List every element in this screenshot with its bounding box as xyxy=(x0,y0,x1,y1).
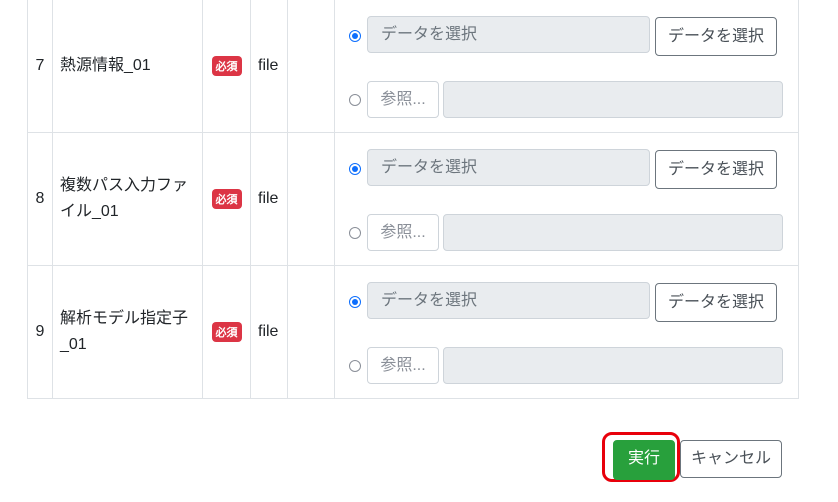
table-row: 9 解析モデル指定子_01 必須 file データを選択 データを選択 参照..… xyxy=(27,265,799,399)
row-number: 8 xyxy=(27,132,53,266)
file-path-input[interactable] xyxy=(443,81,783,118)
selected-data-field: データを選択 xyxy=(367,282,650,319)
param-type: file xyxy=(250,132,288,266)
required-badge: 必須 xyxy=(211,189,242,209)
file-path-input[interactable] xyxy=(443,347,783,384)
file-path-input[interactable] xyxy=(443,214,783,251)
row-number: 7 xyxy=(27,0,53,133)
browse-button[interactable]: 参照... xyxy=(367,214,439,251)
radio-select-data[interactable] xyxy=(349,30,361,42)
required-badge: 必須 xyxy=(211,322,242,342)
radio-browse[interactable] xyxy=(349,360,361,372)
selected-data-field: データを選択 xyxy=(367,149,650,186)
radio-browse[interactable] xyxy=(349,227,361,239)
param-type: file xyxy=(250,265,288,399)
select-data-button[interactable]: データを選択 xyxy=(655,150,777,189)
radio-select-data[interactable] xyxy=(349,163,361,175)
browse-button[interactable]: 参照... xyxy=(367,81,439,118)
radio-browse[interactable] xyxy=(349,94,361,106)
cancel-button[interactable]: キャンセル xyxy=(680,440,782,478)
row-number: 9 xyxy=(27,265,53,399)
parameter-table: 7 熱源情報_01 必須 file データを選択 データを選択 参照... 8 … xyxy=(27,0,799,399)
required-badge: 必須 xyxy=(211,56,242,76)
browse-button[interactable]: 参照... xyxy=(367,347,439,384)
select-data-button[interactable]: データを選択 xyxy=(655,17,777,56)
table-row: 8 複数パス入力ファイル_01 必須 file データを選択 データを選択 参照… xyxy=(27,132,799,266)
param-name: 解析モデル指定子_01 xyxy=(52,265,203,399)
param-name: 複数パス入力ファイル_01 xyxy=(52,132,203,266)
selected-data-field: データを選択 xyxy=(367,16,650,53)
run-button[interactable]: 実行 xyxy=(613,440,675,480)
select-data-button[interactable]: データを選択 xyxy=(655,283,777,322)
table-row: 7 熱源情報_01 必須 file データを選択 データを選択 参照... xyxy=(27,0,799,133)
radio-select-data[interactable] xyxy=(349,296,361,308)
param-type: file xyxy=(250,0,288,133)
param-name: 熱源情報_01 xyxy=(52,0,203,133)
